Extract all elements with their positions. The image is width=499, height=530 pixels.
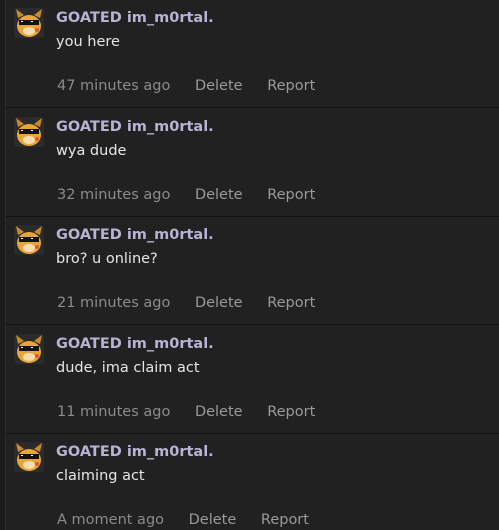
message-text: bro? u online? bbox=[56, 251, 158, 267]
message-feed: GOATED im_m0rtal. you here 47 minutes ag… bbox=[0, 0, 499, 530]
username[interactable]: GOATED im_m0rtal. bbox=[56, 336, 214, 352]
delete-button[interactable]: Delete bbox=[195, 187, 243, 203]
timestamp: 32 minutes ago bbox=[57, 187, 171, 203]
message-meta: 21 minutes ago Delete Report bbox=[57, 295, 315, 311]
timestamp: 47 minutes ago bbox=[57, 78, 171, 94]
username[interactable]: GOATED im_m0rtal. bbox=[56, 10, 214, 26]
username[interactable]: GOATED im_m0rtal. bbox=[56, 119, 214, 135]
message-meta: 32 minutes ago Delete Report bbox=[57, 187, 315, 203]
timestamp: 21 minutes ago bbox=[57, 295, 171, 311]
timestamp: 11 minutes ago bbox=[57, 404, 171, 420]
report-button[interactable]: Report bbox=[267, 78, 315, 94]
message-meta: 11 minutes ago Delete Report bbox=[57, 404, 315, 420]
avatar[interactable] bbox=[14, 117, 44, 147]
message-meta: 47 minutes ago Delete Report bbox=[57, 78, 315, 94]
message-meta: A moment ago Delete Report bbox=[57, 512, 309, 528]
sunglasses-character-icon bbox=[14, 225, 44, 255]
username[interactable]: GOATED im_m0rtal. bbox=[56, 227, 214, 243]
avatar[interactable] bbox=[14, 442, 44, 472]
message-text: claiming act bbox=[56, 468, 145, 484]
avatar[interactable] bbox=[14, 225, 44, 255]
message-text: wya dude bbox=[56, 143, 127, 159]
timestamp: A moment ago bbox=[57, 512, 165, 528]
message-text: dude, ima claim act bbox=[56, 360, 200, 376]
delete-button[interactable]: Delete bbox=[195, 78, 243, 94]
message-item: GOATED im_m0rtal. bro? u online? 21 minu… bbox=[6, 217, 499, 325]
report-button[interactable]: Report bbox=[261, 512, 309, 528]
sunglasses-character-icon bbox=[14, 8, 44, 38]
delete-button[interactable]: Delete bbox=[195, 404, 243, 420]
username[interactable]: GOATED im_m0rtal. bbox=[56, 444, 214, 460]
report-button[interactable]: Report bbox=[267, 187, 315, 203]
avatar[interactable] bbox=[14, 334, 44, 364]
sunglasses-character-icon bbox=[14, 117, 44, 147]
delete-button[interactable]: Delete bbox=[195, 295, 243, 311]
message-item: GOATED im_m0rtal. claiming act A moment … bbox=[6, 434, 499, 530]
message-item: GOATED im_m0rtal. wya dude 32 minutes ag… bbox=[6, 109, 499, 217]
delete-button[interactable]: Delete bbox=[189, 512, 237, 528]
message-item: GOATED im_m0rtal. dude, ima claim act 11… bbox=[6, 326, 499, 434]
sunglasses-character-icon bbox=[14, 334, 44, 364]
message-item: GOATED im_m0rtal. you here 47 minutes ag… bbox=[6, 0, 499, 108]
avatar[interactable] bbox=[14, 8, 44, 38]
sunglasses-character-icon bbox=[14, 442, 44, 472]
report-button[interactable]: Report bbox=[267, 295, 315, 311]
report-button[interactable]: Report bbox=[267, 404, 315, 420]
message-text: you here bbox=[56, 34, 120, 50]
